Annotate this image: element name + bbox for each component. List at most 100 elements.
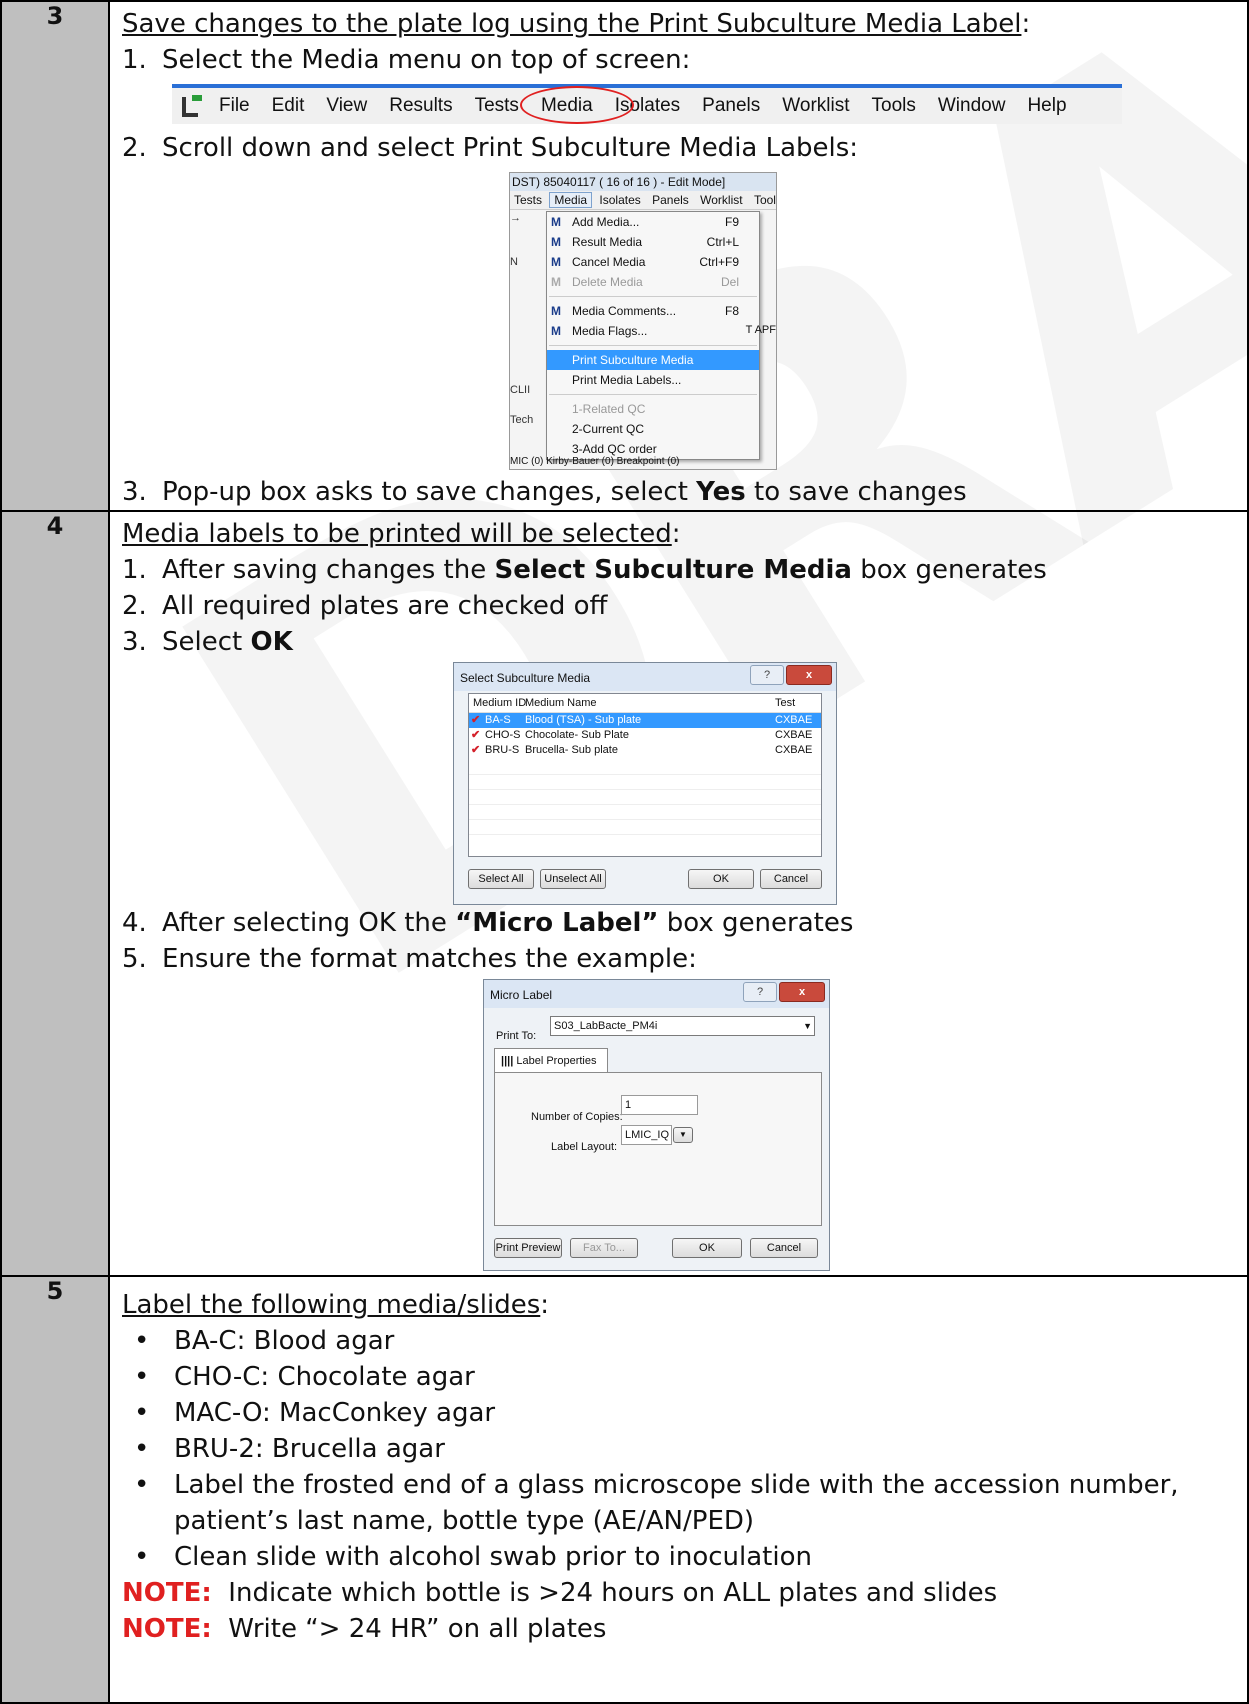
micro-label-dialog: Micro Label ? x Print To: S03_LabBacte_P… bbox=[483, 979, 830, 1271]
step-heading: Label the following media/slides bbox=[122, 1290, 541, 1320]
ok-button[interactable]: OK bbox=[688, 869, 754, 889]
layout-dropdown-icon[interactable]: ▼ bbox=[673, 1127, 693, 1143]
menu-results[interactable]: Results bbox=[378, 88, 463, 124]
instruction: 3. Select OK bbox=[122, 627, 293, 657]
select-all-button[interactable]: Select All bbox=[468, 869, 534, 889]
menu-item-cancel-media[interactable]: M Cancel Media Ctrl+F9 bbox=[547, 252, 759, 272]
menu-separator bbox=[549, 345, 757, 346]
add-media-icon: M bbox=[551, 215, 561, 229]
menu-isolates[interactable]: Isolates bbox=[595, 193, 644, 207]
table-row[interactable]: ✔ CHO-S Chocolate- Sub Plate CXBAE bbox=[469, 728, 821, 743]
step-content: Save changes to the plate log using the … bbox=[108, 0, 1249, 512]
step-number: 4 bbox=[0, 510, 110, 1277]
menu-row: Tests Media Isolates Panels Worklist Too… bbox=[510, 191, 776, 210]
result-media-icon: M bbox=[551, 235, 561, 249]
row-step-5: 5 Label the following media/slides: BA-C… bbox=[0, 1275, 1249, 1704]
menu-separator bbox=[549, 296, 757, 297]
list-item: MAC-O: MacConkey agar bbox=[122, 1395, 1247, 1431]
layout-label: Label Layout: bbox=[551, 1141, 618, 1153]
column-test[interactable]: Test bbox=[775, 694, 795, 712]
menu-item-add-media[interactable]: M Add Media... F9 bbox=[547, 212, 759, 232]
row-step-4: 4 Media labels to be printed will be sel… bbox=[0, 510, 1249, 1277]
list-item: CHO-C: Chocolate agar bbox=[122, 1359, 1247, 1395]
step-heading: Save changes to the plate log using the … bbox=[122, 9, 1022, 39]
note: NOTE: Indicate which bottle is >24 hours… bbox=[122, 1578, 998, 1608]
fax-to-button: Fax To... bbox=[570, 1238, 638, 1258]
printer-select[interactable]: S03_LabBacte_PM4i ▼ bbox=[550, 1016, 815, 1036]
menu-tools[interactable]: Tools bbox=[750, 193, 776, 207]
media-flags-icon: M bbox=[551, 324, 561, 338]
title-buttons: ? x bbox=[743, 982, 825, 1002]
cancel-button[interactable]: Cancel bbox=[760, 869, 822, 889]
menu-help[interactable]: Help bbox=[1016, 88, 1077, 124]
menu-tools[interactable]: Tools bbox=[861, 88, 927, 124]
print-preview-button[interactable]: Print Preview bbox=[494, 1238, 562, 1258]
menu-view[interactable]: View bbox=[315, 88, 378, 124]
menu-window[interactable]: Window bbox=[927, 88, 1017, 124]
copies-input[interactable]: 1 bbox=[621, 1095, 698, 1115]
instruction: 1. After saving changes the Select Subcul… bbox=[122, 555, 1047, 585]
menu-panels[interactable]: Panels bbox=[648, 193, 693, 207]
list-item: BA-C: Blood agar bbox=[122, 1323, 1247, 1359]
instruction: 2. Scroll down and select Print Subcultur… bbox=[122, 133, 859, 163]
procedure-table: 3 Save changes to the plate log using th… bbox=[0, 0, 1249, 1704]
check-icon[interactable]: ✔ bbox=[471, 713, 480, 728]
menu-item-media-comments[interactable]: M Media Comments... F8 bbox=[547, 301, 759, 321]
column-medium-name[interactable]: Medium Name bbox=[525, 694, 597, 712]
tab-label-properties[interactable]: |||| Label Properties bbox=[494, 1048, 608, 1073]
instruction: 5. Ensure the format matches the example: bbox=[122, 944, 697, 974]
red-highlight-circle bbox=[520, 86, 634, 124]
step-content: Media labels to be printed will be selec… bbox=[108, 510, 1249, 1277]
label-properties-panel: Number of Copies: 1 Label Layout: LMIC_I… bbox=[494, 1072, 822, 1226]
tabs-footer: MIC (0) Kirby-Bauer (0) Breakpoint (0) bbox=[510, 456, 680, 467]
step-number: 5 bbox=[0, 1275, 110, 1704]
menu-worklist[interactable]: Worklist bbox=[771, 88, 860, 124]
layout-select[interactable]: LMIC_IQ bbox=[621, 1125, 672, 1145]
menu-separator bbox=[549, 394, 757, 395]
close-icon[interactable]: x bbox=[779, 982, 825, 1002]
media-dropdown: M Add Media... F9 M Result Media Ctrl+L M Can… bbox=[546, 211, 760, 460]
help-icon[interactable]: ? bbox=[743, 982, 777, 1002]
menu-panels[interactable]: Panels bbox=[691, 88, 771, 124]
barcode-icon: |||| bbox=[501, 1055, 517, 1067]
note: NOTE: Write “> 24 HR” on all plates bbox=[122, 1614, 607, 1644]
menubar-screenshot: File Edit View Results Tests Media Isola… bbox=[172, 84, 1122, 124]
ok-button[interactable]: OK bbox=[672, 1238, 742, 1258]
list-header: Medium ID Medium Name Test bbox=[469, 694, 821, 713]
instruction: 4. After selecting OK the “Micro Label” b… bbox=[122, 908, 854, 938]
menu-tests[interactable]: Tests bbox=[510, 193, 546, 207]
menu-item-related-qc: 1-Related QC bbox=[572, 402, 646, 416]
table-row[interactable]: ✔ BRU-S Brucella- Sub plate CXBAE bbox=[469, 743, 821, 758]
step-content: Label the following media/slides: BA-C: … bbox=[108, 1275, 1249, 1704]
window-title: DST) 85040117 ( 16 of 16 ) - Edit Mode] bbox=[510, 173, 776, 191]
cancel-button[interactable]: Cancel bbox=[750, 1238, 818, 1258]
media-list: BA-C: Blood agar CHO-C: Chocolate agar M… bbox=[122, 1323, 1247, 1575]
menu-item-media-flags[interactable]: M Media Flags... bbox=[547, 321, 759, 341]
list-item: BRU-2: Brucella agar bbox=[122, 1431, 1247, 1467]
media-list: Medium ID Medium Name Test ✔ BA-S Blood … bbox=[468, 693, 822, 857]
background-fields: → N CLII Tech bbox=[510, 212, 534, 426]
menu-file[interactable]: File bbox=[208, 88, 261, 124]
list-item: Label the frosted end of a glass microsc… bbox=[122, 1467, 1247, 1539]
column-medium-id[interactable]: Medium ID bbox=[473, 694, 526, 712]
menu-item-print-media-labels[interactable]: Print Media Labels... bbox=[547, 370, 759, 390]
menu-item-print-subculture-labels[interactable]: Print Subculture Media Labels... bbox=[547, 350, 759, 387]
menu-edit[interactable]: Edit bbox=[261, 88, 316, 124]
unselect-all-button[interactable]: Unselect All bbox=[540, 869, 606, 889]
menu-worklist[interactable]: Worklist bbox=[696, 193, 746, 207]
help-icon[interactable]: ? bbox=[750, 665, 784, 685]
close-icon[interactable]: x bbox=[786, 665, 832, 685]
table-row[interactable]: ✔ BA-S Blood (TSA) - Sub plate CXBAE bbox=[469, 713, 821, 728]
menu-item-current-qc[interactable]: 2-Current QC bbox=[547, 419, 759, 439]
menu-media[interactable]: Media bbox=[549, 192, 593, 208]
row-step-3: 3 Save changes to the plate log using th… bbox=[0, 0, 1249, 512]
menu-item-result-media[interactable]: M Result Media Ctrl+L bbox=[547, 232, 759, 252]
title-buttons: ? x bbox=[750, 665, 832, 685]
check-icon[interactable]: ✔ bbox=[471, 728, 480, 743]
instruction: 1. Select the Media menu on top of screen… bbox=[122, 45, 691, 75]
instruction: 2. All required plates are checked off bbox=[122, 591, 608, 621]
media-menu-screenshot: DST) 85040117 ( 16 of 16 ) - Edit Mode] … bbox=[509, 172, 777, 470]
instruction: 3. Pop-up box asks to save changes, selec… bbox=[122, 477, 967, 507]
delete-media-icon: M bbox=[551, 275, 561, 289]
check-icon[interactable]: ✔ bbox=[471, 743, 480, 758]
